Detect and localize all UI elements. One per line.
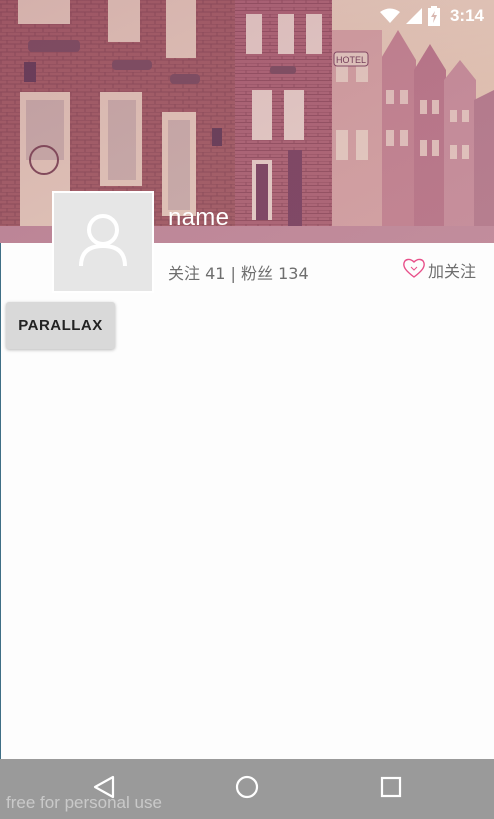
navigation-bar: free for personal use <box>0 759 494 819</box>
left-edge-divider <box>0 243 1 759</box>
avatar[interactable] <box>52 191 154 293</box>
home-button[interactable] <box>227 772 267 806</box>
status-clock: 3:14 <box>449 6 484 25</box>
battery-charging-icon <box>427 6 440 26</box>
profile-name: name <box>168 204 230 231</box>
home-icon <box>235 775 259 803</box>
recents-button[interactable] <box>371 772 411 806</box>
follow-stats: 关注 41 | 粉丝 134 <box>168 264 309 283</box>
parallax-button[interactable]: PARALLAX <box>6 302 115 349</box>
wifi-icon <box>379 8 400 24</box>
follow-button[interactable]: 加关注 <box>402 257 476 283</box>
person-placeholder-icon <box>77 212 129 272</box>
status-bar: 3:14 <box>0 0 494 32</box>
app-screen: HOTEL <box>0 0 494 819</box>
recents-icon <box>380 776 402 802</box>
watermark: free for personal use <box>6 793 162 812</box>
heart-outline-icon <box>402 257 426 283</box>
follow-label: 加关注 <box>428 262 477 281</box>
signal-icon <box>405 8 422 24</box>
